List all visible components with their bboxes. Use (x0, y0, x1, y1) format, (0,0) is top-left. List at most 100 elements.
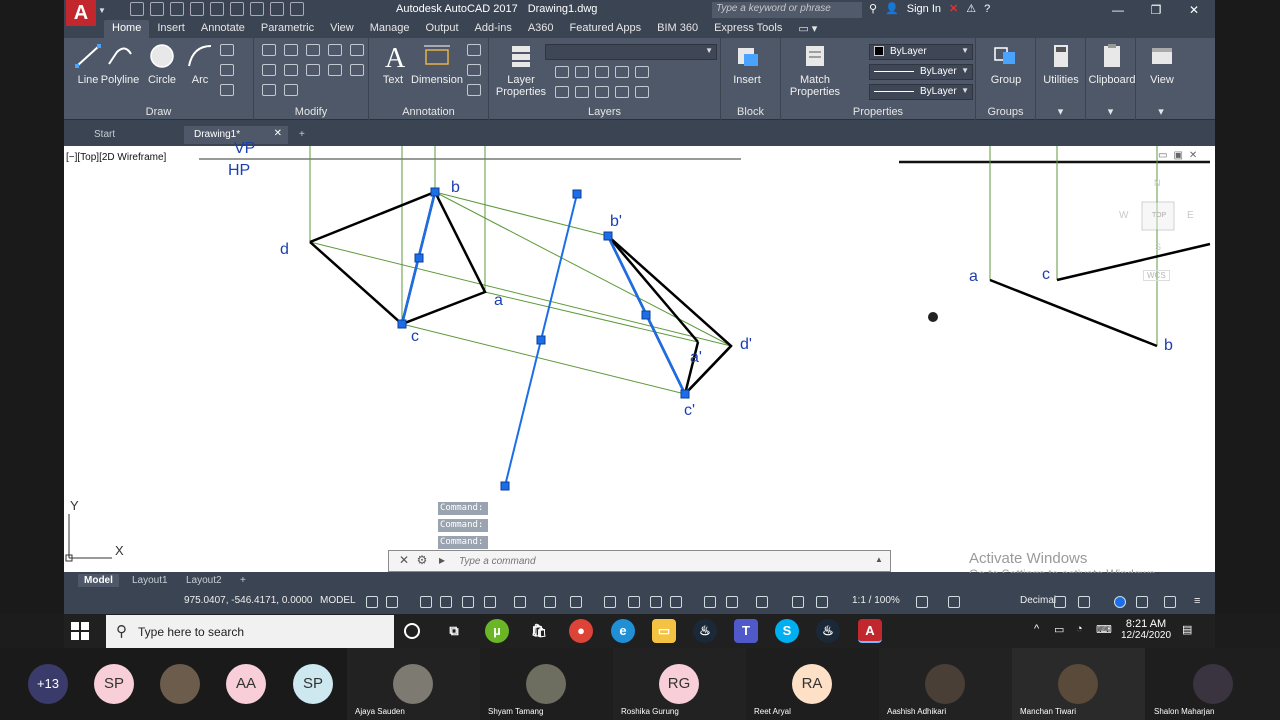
coordinates-readout[interactable]: 975.0407, -546.4171, 0.0000 (184, 595, 312, 606)
erase-icon[interactable] (328, 44, 342, 56)
layer-match-icon[interactable] (635, 66, 649, 78)
layer-thaw-icon[interactable] (595, 86, 609, 98)
gizmo-icon[interactable] (756, 596, 768, 608)
clipboard-tool[interactable]: Clipboard (1086, 42, 1138, 86)
chrome-icon[interactable]: ● (569, 619, 593, 643)
plot-icon[interactable] (230, 2, 244, 16)
array-icon[interactable] (262, 84, 276, 96)
cortana-icon[interactable] (404, 623, 420, 639)
modify-panel-title[interactable]: Modify (254, 106, 368, 118)
ribbon-more-icon[interactable]: ▭ ▾ (790, 20, 825, 38)
participant-tile[interactable]: RG Roshika Gurung (613, 648, 746, 720)
explode-icon[interactable] (306, 64, 320, 76)
layer-walk-icon[interactable] (575, 86, 589, 98)
help-icon[interactable]: ? (984, 3, 990, 15)
chevron-down-icon[interactable]: ▾ (1086, 105, 1135, 118)
scale-icon[interactable] (350, 64, 364, 76)
viewcube-s[interactable]: S (1155, 242, 1161, 252)
rotate-icon[interactable] (284, 44, 298, 56)
chevron-down-icon[interactable]: ▼ (98, 6, 106, 15)
redo-icon[interactable] (270, 2, 284, 16)
tray-chevron-up-icon[interactable]: ^ (1034, 623, 1039, 635)
web-icon[interactable] (210, 2, 224, 16)
ribbon-tab-output[interactable]: Output (418, 20, 467, 38)
drawing-canvas[interactable]: [−][Top][2D Wireframe] VP HP b d a c b' … (64, 140, 1215, 572)
teams-icon[interactable]: T (734, 619, 758, 643)
leader-icon[interactable] (467, 44, 481, 56)
3d-object-snap-icon[interactable] (670, 596, 682, 608)
layout1-tab[interactable]: Layout1 (126, 574, 174, 587)
utorrent-icon[interactable]: µ (485, 619, 509, 643)
isolate-objects-icon[interactable] (1114, 596, 1126, 608)
rectangle-icon[interactable] (220, 44, 234, 56)
participant-tile[interactable]: SP (94, 648, 134, 720)
skype-icon[interactable]: S (775, 619, 799, 643)
customization-menu-icon[interactable]: ≡ (1194, 595, 1200, 607)
layer-dropdown[interactable]: ▼ (545, 44, 717, 60)
add-layout-button[interactable]: + (234, 574, 252, 587)
undo-icon[interactable] (250, 2, 264, 16)
wcs-menu[interactable]: WCS (1143, 270, 1170, 281)
table-icon[interactable] (467, 64, 481, 76)
linetype-dropdown[interactable]: ByLayer ▼ (869, 64, 973, 80)
move-icon[interactable] (262, 44, 276, 56)
exchange-icon[interactable]: ✕ (949, 2, 958, 15)
keyboard-icon[interactable]: ⌨ (1096, 623, 1112, 636)
mirror-icon[interactable] (262, 64, 276, 76)
autocad-taskbar-icon[interactable]: A (858, 619, 882, 643)
layer-unisolate-icon[interactable] (555, 86, 569, 98)
layer-off-icon[interactable] (555, 66, 569, 78)
new-icon[interactable] (130, 2, 144, 16)
file-explorer-icon[interactable]: ▭ (652, 619, 676, 643)
chevron-down-icon[interactable]: ▾ (1136, 105, 1186, 118)
selection-filter-icon[interactable] (726, 596, 738, 608)
participant-tile[interactable]: Shalon Maharjan (1145, 648, 1280, 720)
region-icon[interactable] (220, 84, 234, 96)
wrench-icon[interactable]: ⚙ (415, 553, 429, 569)
new-tab-button[interactable]: + (294, 126, 314, 144)
layout2-tab[interactable]: Layout2 (180, 574, 228, 587)
markup-icon[interactable] (467, 84, 481, 96)
selection-cycling-icon[interactable] (650, 596, 662, 608)
open-icon[interactable] (150, 2, 164, 16)
close-icon[interactable]: ✕ (1189, 150, 1203, 161)
minimize-button[interactable]: — (1098, 0, 1138, 20)
color-dropdown[interactable]: ByLayer ▼ (869, 44, 973, 60)
fillet-icon[interactable] (284, 64, 298, 76)
dimension-tool[interactable]: Dimension (407, 42, 467, 86)
ribbon-tab-featured-apps[interactable]: Featured Apps (562, 20, 650, 38)
chevron-down-icon[interactable]: ▾ (1036, 105, 1085, 118)
ribbon-tab-home[interactable]: Home (104, 20, 150, 38)
save-icon[interactable] (170, 2, 184, 16)
annotation-visibility-icon[interactable] (792, 596, 804, 608)
chevron-up-icon[interactable]: ▲ (872, 555, 886, 571)
object-snap-icon[interactable] (570, 596, 582, 608)
layer-lock-icon[interactable] (615, 66, 629, 78)
clean-screen-icon[interactable] (1164, 596, 1176, 608)
draw-panel-title[interactable]: Draw (64, 106, 253, 118)
participant-tile[interactable]: RA Reet Aryal (746, 648, 879, 720)
model-tab[interactable]: Model (78, 574, 119, 587)
ribbon-tab-express-tools[interactable]: Express Tools (706, 20, 790, 38)
view-tool[interactable]: View (1138, 42, 1186, 86)
polar-icon[interactable] (484, 596, 496, 608)
group-tool[interactable]: Group (982, 42, 1030, 86)
minimize-viewport-icon[interactable]: ▭ (1158, 150, 1173, 161)
a360-icon[interactable]: ⚠ (966, 2, 976, 15)
workspace-gear-icon[interactable] (916, 596, 928, 608)
command-prompt-icon[interactable]: ▸ (435, 553, 449, 569)
more-participants-avatar[interactable]: +13 (28, 664, 68, 704)
viewcube-e[interactable]: E (1187, 210, 1194, 221)
insert-tool[interactable]: Insert (723, 42, 771, 86)
dynamic-input-icon[interactable] (440, 596, 452, 608)
store-icon[interactable]: 🛍 (527, 619, 551, 643)
layer-previous-icon[interactable] (635, 86, 649, 98)
snap-icon[interactable] (386, 596, 398, 608)
trim-icon[interactable] (306, 44, 320, 56)
edge-icon[interactable]: e (611, 619, 635, 643)
close-icon[interactable]: ✕ (274, 128, 282, 139)
windows-start-icon[interactable] (70, 621, 90, 641)
application-menu-button[interactable]: A (66, 0, 96, 26)
ribbon-tab-insert[interactable]: Insert (149, 20, 193, 38)
lock-ui-icon[interactable] (1078, 596, 1090, 608)
